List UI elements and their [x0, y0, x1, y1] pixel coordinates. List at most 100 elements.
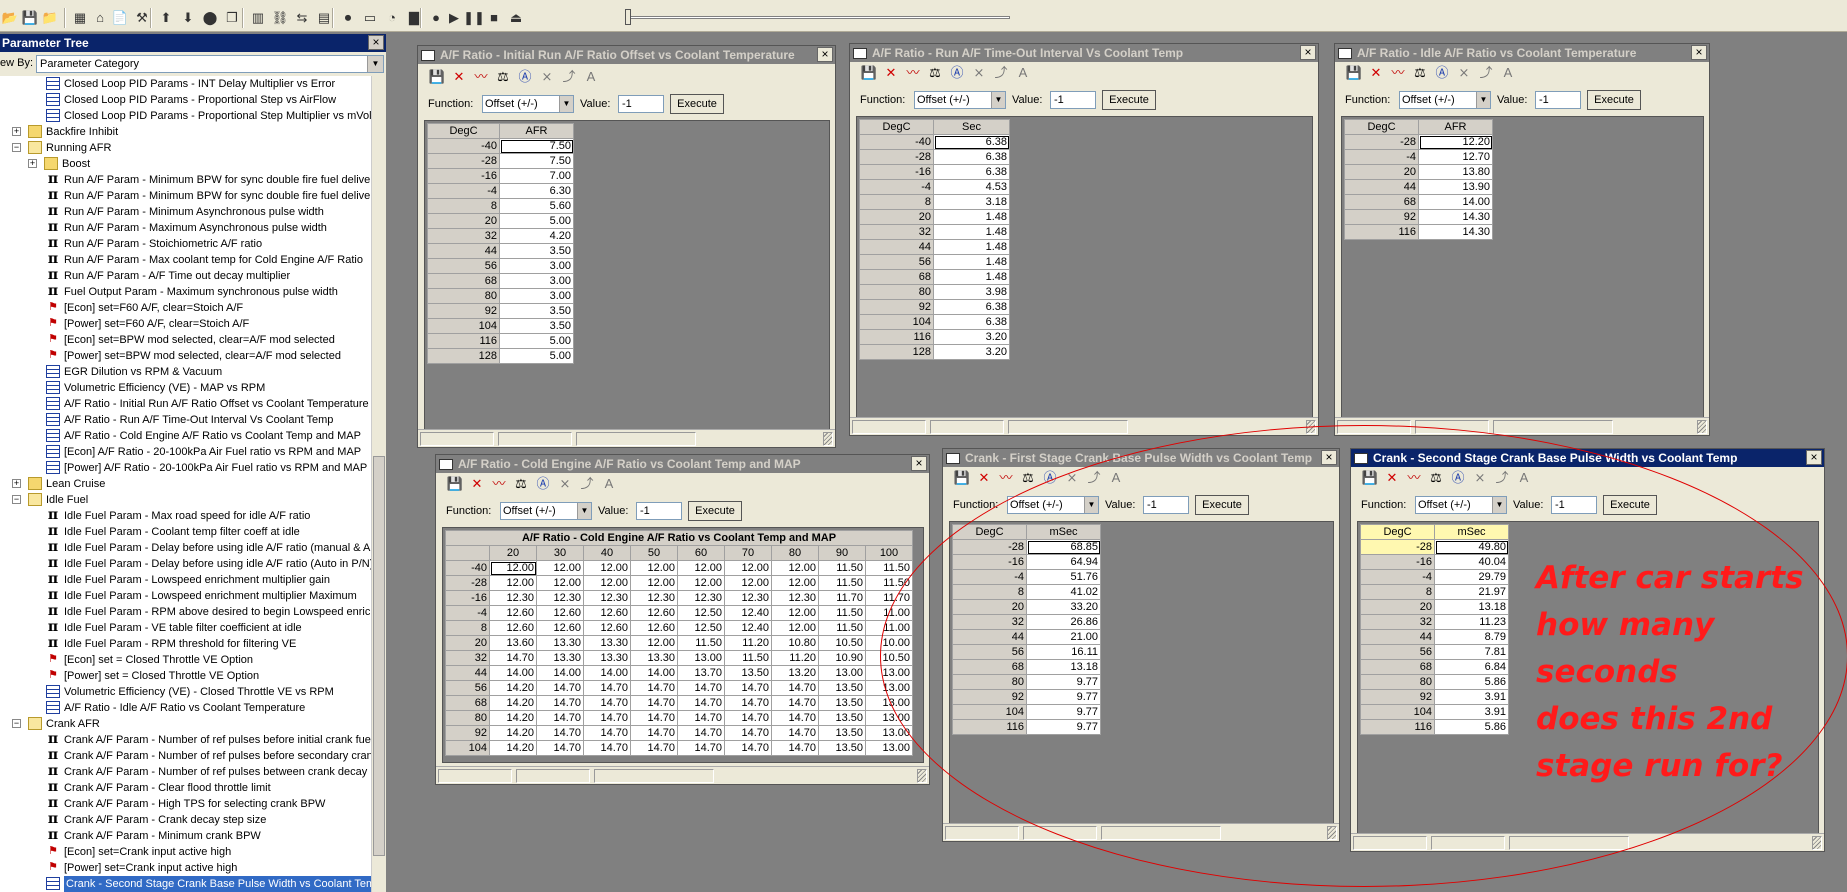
table-cell[interactable]: 12.60	[583, 605, 631, 621]
table-cell[interactable]: 12.00	[771, 620, 819, 636]
save-icon[interactable]: 💾	[953, 469, 971, 487]
tree-item[interactable]: Closed Loop PID Params - Proportional St…	[0, 108, 371, 124]
table-cell[interactable]: 5.00	[499, 213, 574, 229]
table-cell[interactable]: 10.50	[818, 635, 866, 651]
window-title-bar[interactable]: Crank - Second Stage Crank Base Pulse Wi…	[1351, 449, 1824, 467]
close-icon[interactable]: ×	[1691, 45, 1707, 60]
table-cell[interactable]: 12.50	[677, 605, 725, 621]
clear-icon[interactable]: ⨯	[538, 68, 556, 86]
table-cell[interactable]: 14.70	[771, 740, 819, 756]
clear-icon[interactable]: ⨯	[970, 64, 988, 82]
tree-item[interactable]: π Crank A/F Param - Number of ref pulses …	[0, 748, 371, 764]
table-cell[interactable]: 12.60	[630, 605, 678, 621]
tree-item[interactable]: π Idle Fuel Param - Lowspeed enrichment m…	[0, 572, 371, 588]
disc-icon[interactable]: ●	[428, 10, 444, 26]
table-cell[interactable]: 13.20	[771, 665, 819, 681]
value-input[interactable]: -1	[1050, 91, 1096, 109]
table-cell[interactable]: 21.97	[1434, 584, 1509, 600]
tree-item[interactable]: EGR Dilution vs RPM & Vacuum	[0, 364, 371, 380]
table-cell[interactable]: 14.70	[771, 725, 819, 741]
calibrate-icon[interactable]: Ⓐ	[1433, 64, 1451, 82]
copy-icon[interactable]: ❐	[224, 10, 240, 26]
table-cell[interactable]: 13.50	[818, 695, 866, 711]
table-icon[interactable]: ▤	[316, 10, 332, 26]
tree-item[interactable]: π Run A/F Param - Stoichiometric A/F rati…	[0, 236, 371, 252]
table-cell[interactable]: 5.00	[499, 348, 574, 364]
tree-item[interactable]: π Idle Fuel Param - Max road speed for id…	[0, 508, 371, 524]
tree-item[interactable]: + Backfire Inhibit	[0, 124, 371, 140]
table-cell[interactable]: 13.30	[583, 650, 631, 666]
value-input[interactable]: -1	[618, 95, 664, 113]
table-cell[interactable]: 12.00	[771, 605, 819, 621]
chevron-down-icon[interactable]: ▼	[991, 92, 1005, 108]
table-cell[interactable]: 14.00	[1418, 194, 1493, 210]
table-cell[interactable]: 10.00	[865, 635, 913, 651]
close-icon[interactable]: ×	[1806, 450, 1822, 465]
table-cell[interactable]: 14.70	[536, 710, 584, 726]
tree-item[interactable]: Volumetric Efficiency (VE) - MAP vs RPM	[0, 380, 371, 396]
calibrate-icon[interactable]: Ⓐ	[948, 64, 966, 82]
table-cell[interactable]: 13.00	[677, 650, 725, 666]
table-cell[interactable]: 1.48	[933, 269, 1010, 285]
table-cell[interactable]: 13.30	[630, 650, 678, 666]
window-title-bar[interactable]: A/F Ratio - Run A/F Time-Out Interval Vs…	[850, 44, 1318, 62]
table-cell[interactable]: 11.50	[818, 575, 866, 591]
table-cell[interactable]: 6.38	[933, 164, 1010, 180]
table-cell[interactable]: 49.80	[1434, 539, 1509, 555]
stop-square-icon[interactable]: ■	[486, 10, 502, 26]
play-icon[interactable]: ▶	[446, 10, 462, 26]
execute-button[interactable]: Execute	[1587, 90, 1641, 110]
tree-item[interactable]: π Idle Fuel Param - RPM threshold for fil…	[0, 636, 371, 652]
table-cell[interactable]: 14.70	[489, 650, 537, 666]
table-cell[interactable]: 6.84	[1434, 659, 1509, 675]
playback-slider[interactable]	[627, 16, 1010, 19]
tree-item[interactable]: Closed Loop PID Params - INT Delay Multi…	[0, 76, 371, 92]
tree-item[interactable]: π Crank A/F Param - Minimum crank BPW	[0, 828, 371, 844]
table-cell[interactable]: 14.70	[630, 725, 678, 741]
tree-item[interactable]: A/F Ratio - Idle A/F Ratio vs Coolant Te…	[0, 700, 371, 716]
expand-icon[interactable]: +	[12, 479, 21, 488]
chip-icon[interactable]: ▦	[72, 10, 88, 26]
table-cell[interactable]: 9.77	[1026, 674, 1101, 690]
close-icon[interactable]: ×	[1300, 45, 1316, 60]
calibrate-icon[interactable]: Ⓐ	[534, 475, 552, 493]
table-cell[interactable]: 12.00	[771, 575, 819, 591]
table-cell[interactable]: 12.60	[536, 605, 584, 621]
table-cell[interactable]: 11.70	[818, 590, 866, 606]
table-cell[interactable]: 14.70	[583, 680, 631, 696]
table-cell[interactable]: 12.00	[489, 575, 537, 591]
scale-icon[interactable]: ⚖	[1019, 469, 1037, 487]
table-cell[interactable]: 12.00	[630, 635, 678, 651]
resize-grip-icon[interactable]	[823, 432, 833, 446]
execute-button[interactable]: Execute	[688, 501, 742, 521]
table-cell[interactable]: 11.70	[865, 590, 913, 606]
table-cell[interactable]: 12.30	[724, 590, 772, 606]
table-cell[interactable]: 12.00	[536, 575, 584, 591]
save-icon[interactable]: 💾	[22, 10, 38, 26]
table-cell[interactable]: 9.77	[1026, 689, 1101, 705]
calibrate-icon[interactable]: Ⓐ	[1449, 469, 1467, 487]
text-icon[interactable]: A	[582, 68, 600, 86]
collapse-icon[interactable]: −	[12, 719, 21, 728]
execute-button[interactable]: Execute	[1102, 90, 1156, 110]
close-icon[interactable]: ×	[911, 456, 927, 471]
scale-icon[interactable]: ⚖	[494, 68, 512, 86]
tree-item[interactable]: A/F Ratio - Initial Run A/F Ratio Offset…	[0, 396, 371, 412]
tree-item[interactable]: ⚑ [Econ] set = Closed Throttle VE Option	[0, 652, 371, 668]
table-cell[interactable]: 64.94	[1026, 554, 1101, 570]
table-cell[interactable]: 12.00	[630, 560, 678, 576]
tools-icon[interactable]: ⚒	[134, 10, 150, 26]
table-cell[interactable]: 13.00	[865, 740, 913, 756]
tree-item[interactable]: π Crank A/F Param - Number of ref pulses …	[0, 764, 371, 780]
interpolate-icon[interactable]: ⤴	[1477, 64, 1495, 82]
window-title-bar[interactable]: A/F Ratio - Cold Engine A/F Ratio vs Coo…	[436, 455, 929, 473]
table-cell[interactable]: 8.79	[1434, 629, 1509, 645]
table-cell[interactable]: 3.50	[499, 318, 574, 334]
table-cell[interactable]: 3.00	[499, 273, 574, 289]
link-icon[interactable]: ⛓	[272, 10, 289, 26]
table-cell[interactable]: 13.18	[1434, 599, 1509, 615]
table-cell[interactable]: 12.30	[583, 590, 631, 606]
table-cell[interactable]: 14.70	[677, 710, 725, 726]
table-cell[interactable]: 14.70	[536, 740, 584, 756]
table-cell[interactable]: 3.91	[1434, 704, 1509, 720]
